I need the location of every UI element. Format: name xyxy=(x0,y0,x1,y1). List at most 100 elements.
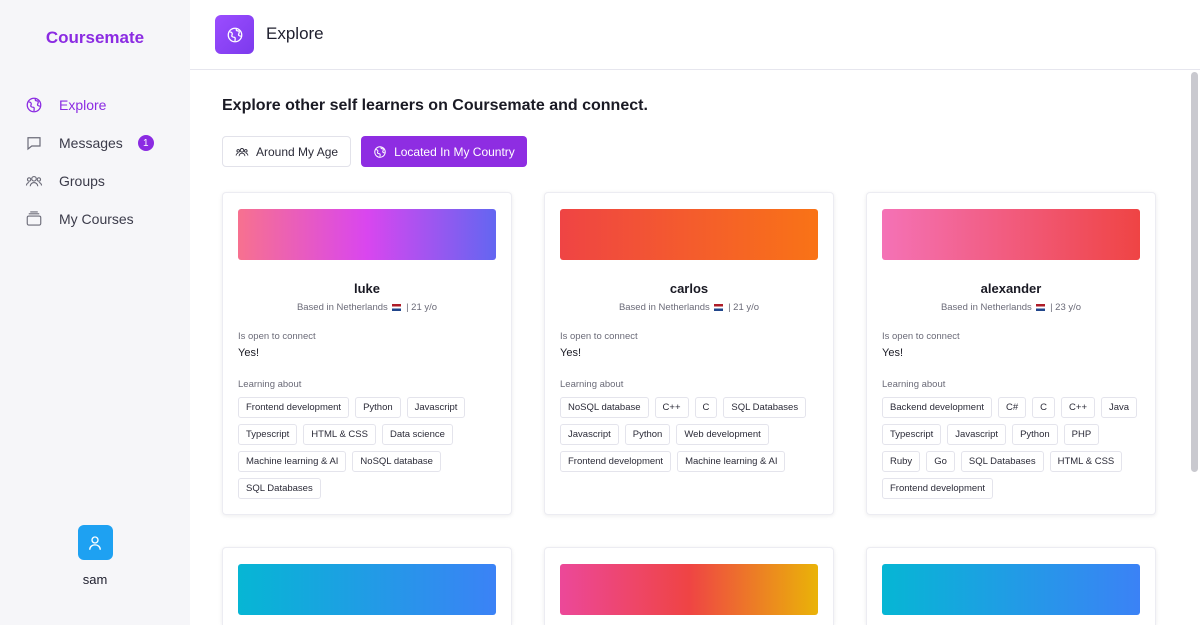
topic-tag: C++ xyxy=(654,397,689,418)
learner-name: luke xyxy=(353,281,380,296)
topic-tag: Backend development xyxy=(882,397,993,418)
book-icon xyxy=(24,209,44,229)
learner-card[interactable]: carlos Based in Netherlands | 21 y/o Is … xyxy=(544,192,834,515)
tag-list: NoSQL database C++ C SQL Databases Javas… xyxy=(560,397,822,478)
topic-tag: Java xyxy=(1101,397,1138,418)
profile-banner xyxy=(882,564,1140,615)
profile-banner xyxy=(882,209,1140,260)
topic-tag: Typescript xyxy=(238,424,298,445)
open-to-connect-value: Yes! xyxy=(882,347,904,359)
globe-icon xyxy=(374,145,386,158)
learner-location: Based in Netherlands | 21 y/o xyxy=(223,302,511,313)
learner-card[interactable] xyxy=(866,547,1156,625)
learner-name: alexander xyxy=(980,281,1042,296)
topic-tag: Machine learning & AI xyxy=(238,451,347,472)
username: sam xyxy=(82,572,108,587)
location-text: Based in Netherlands xyxy=(618,302,710,313)
topic-tag: Web development xyxy=(676,424,769,445)
topic-tag: HTML & CSS xyxy=(303,424,376,445)
topic-tag: C# xyxy=(998,397,1027,418)
avatar[interactable] xyxy=(77,525,113,560)
sidebar-item-label: Messages xyxy=(59,135,123,151)
user-icon xyxy=(89,535,101,550)
topic-tag: Machine learning & AI xyxy=(677,451,786,472)
page-title: Explore xyxy=(266,24,324,43)
filter-located-in-my-country-button[interactable]: Located In My Country xyxy=(361,136,527,167)
topic-tag: Frontend development xyxy=(238,397,350,418)
section-heading: Explore other self learners on Coursemat… xyxy=(222,97,648,114)
learning-about-label: Learning about xyxy=(560,379,624,390)
topic-tag: SQL Databases xyxy=(723,397,807,418)
topic-tag: SQL Databases xyxy=(238,478,321,499)
topic-tag: Javascript xyxy=(947,424,1007,445)
topic-tag: Javascript xyxy=(560,424,619,445)
sidebar-item-explore[interactable]: Explore xyxy=(24,86,174,124)
topic-tag: Python xyxy=(624,424,671,445)
sidebar-item-label: My Courses xyxy=(59,211,134,227)
open-to-connect-label: Is open to connect xyxy=(560,331,638,342)
learner-location: Based in Netherlands | 23 y/o xyxy=(867,302,1155,313)
topic-tag: Typescript xyxy=(882,424,942,445)
top-header: Explore xyxy=(190,0,1200,70)
topic-tag: Ruby xyxy=(882,451,921,472)
age-text: | 23 y/o xyxy=(1050,302,1082,313)
learner-name: carlos xyxy=(669,281,709,296)
filter-label: Located In My Country xyxy=(394,144,515,159)
learning-about-label: Learning about xyxy=(882,379,946,390)
age-text: | 21 y/o xyxy=(728,302,760,313)
open-to-connect-label: Is open to connect xyxy=(238,331,316,342)
learner-card[interactable]: alexander Based in Netherlands | 23 y/o … xyxy=(866,192,1156,515)
chat-icon xyxy=(24,133,44,153)
sidebar-nav: Explore Messages 1 Groups My Courses xyxy=(24,86,174,238)
topic-tag: Frontend development xyxy=(560,451,672,472)
brand-logo[interactable]: Coursemate xyxy=(0,28,190,48)
topic-tag: Data science xyxy=(381,424,453,445)
sidebar: Coursemate Explore Messages 1 Groups My xyxy=(0,0,190,625)
netherlands-flag-icon xyxy=(714,304,724,311)
users-icon xyxy=(24,171,44,191)
globe-icon xyxy=(24,95,44,115)
learner-location: Based in Netherlands | 21 y/o xyxy=(545,302,833,313)
sidebar-item-groups[interactable]: Groups xyxy=(24,162,174,200)
vertical-scrollbar[interactable] xyxy=(1191,72,1198,472)
sidebar-item-messages[interactable]: Messages 1 xyxy=(24,124,174,162)
topic-tag: Python xyxy=(1012,424,1058,445)
profile-banner xyxy=(560,564,818,615)
topic-tag: Python xyxy=(355,397,401,418)
tag-list: Backend development C# C C++ Java Typesc… xyxy=(882,397,1144,505)
open-to-connect-value: Yes! xyxy=(238,347,260,359)
main-content: Explore other self learners on Coursemat… xyxy=(190,70,1190,625)
age-text: | 21 y/o xyxy=(406,302,438,313)
open-to-connect-label: Is open to connect xyxy=(882,331,960,342)
profile-banner xyxy=(238,209,496,260)
topic-tag: Frontend development xyxy=(882,478,994,499)
user-profile[interactable]: sam xyxy=(0,525,190,587)
filter-label: Around My Age xyxy=(256,144,339,159)
filter-around-my-age-button[interactable]: Around My Age xyxy=(222,136,352,167)
learner-card[interactable] xyxy=(222,547,512,625)
learning-about-label: Learning about xyxy=(238,379,302,390)
profile-banner xyxy=(238,564,496,615)
sidebar-item-my-courses[interactable]: My Courses xyxy=(24,200,174,238)
tag-list: Frontend development Python Javascript T… xyxy=(238,397,500,505)
topic-tag: C xyxy=(694,397,718,418)
topic-tag: C xyxy=(1032,397,1056,418)
topic-tag: NoSQL database xyxy=(560,397,649,418)
globe-icon xyxy=(215,15,254,54)
topic-tag: NoSQL database xyxy=(352,451,441,472)
sidebar-item-label: Groups xyxy=(59,173,105,189)
location-text: Based in Netherlands xyxy=(940,302,1032,313)
learner-card[interactable] xyxy=(544,547,834,625)
netherlands-flag-icon xyxy=(1036,304,1046,311)
sidebar-item-label: Explore xyxy=(59,97,107,113)
profile-banner xyxy=(560,209,818,260)
topic-tag: Javascript xyxy=(406,397,466,418)
unread-badge: 1 xyxy=(137,135,154,151)
location-text: Based in Netherlands xyxy=(296,302,388,313)
filter-bar: Around My Age Located In My Country xyxy=(222,136,537,167)
topic-tag: PHP xyxy=(1063,424,1100,445)
topic-tag: C++ xyxy=(1061,397,1096,418)
topic-tag: Go xyxy=(926,451,955,472)
users-icon xyxy=(235,147,249,156)
learner-card[interactable]: luke Based in Netherlands | 21 y/o Is op… xyxy=(222,192,512,515)
